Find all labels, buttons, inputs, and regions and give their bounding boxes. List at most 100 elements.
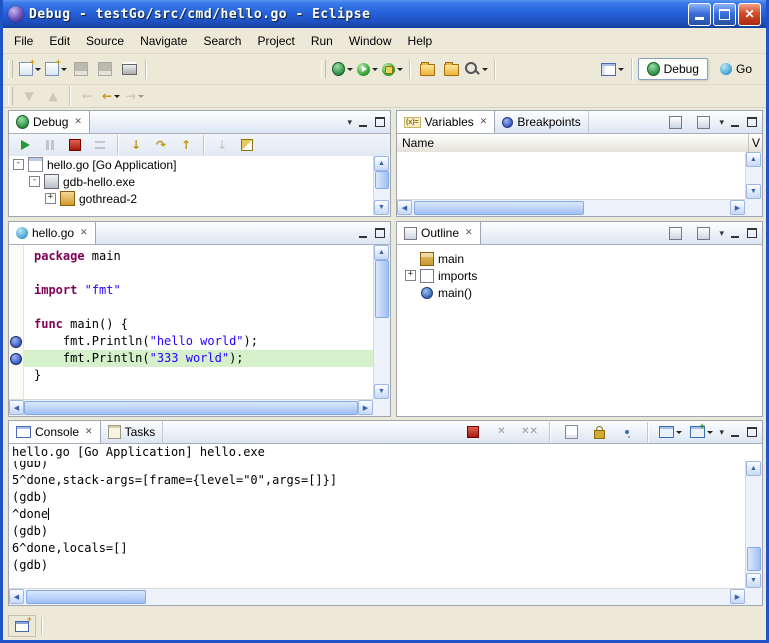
outline-item[interactable]: +imports — [405, 267, 762, 284]
scroll-lock-button[interactable] — [587, 421, 611, 443]
new-go-element-button[interactable] — [43, 58, 69, 80]
save-button[interactable] — [69, 58, 93, 80]
toolbar-handle[interactable] — [8, 87, 13, 105]
tab-tasks[interactable]: Tasks — [101, 421, 164, 443]
use-step-filters-button[interactable] — [235, 134, 259, 156]
new-wizard-button[interactable] — [17, 58, 43, 80]
console-vertical-scrollbar[interactable]: ▲ ▼ — [745, 461, 762, 588]
expander-icon[interactable]: - — [13, 159, 24, 170]
tab-variables[interactable]: (x)= Variables ✕ — [397, 111, 495, 133]
scroll-right-button[interactable]: ▶ — [730, 589, 745, 604]
scroll-left-button[interactable]: ◀ — [9, 589, 24, 604]
minimize-view-button[interactable] — [728, 227, 741, 240]
external-tools-button[interactable] — [380, 58, 405, 80]
expander-icon[interactable] — [405, 253, 416, 264]
scroll-up-button[interactable]: ▲ — [746, 152, 761, 167]
scroll-down-button[interactable]: ▼ — [374, 200, 389, 215]
breakpoint-icon[interactable] — [10, 353, 22, 365]
last-edit-location-button[interactable]: ← — [75, 85, 99, 107]
outline-item[interactable]: main() — [405, 284, 762, 301]
minimize-view-button[interactable] — [728, 116, 741, 129]
variables-horizontal-scrollbar[interactable]: ◀ ▶ — [397, 199, 745, 216]
outline-list[interactable]: main+importsmain() — [397, 245, 762, 416]
scroll-thumb[interactable] — [375, 260, 389, 318]
dropdown-arrow-icon[interactable] — [482, 68, 488, 71]
view-menu-icon[interactable]: ▾ — [719, 428, 724, 437]
dropdown-arrow-icon[interactable] — [114, 95, 120, 98]
debug-tree-item[interactable]: -gdb-hello.exe — [9, 173, 373, 190]
print-button[interactable] — [117, 58, 141, 80]
tab-outline[interactable]: Outline ✕ — [397, 222, 481, 244]
tab-hello-go[interactable]: hello.go ✕ — [9, 222, 96, 244]
code-line[interactable]: } — [24, 367, 373, 384]
step-into-button[interactable]: ↓ — [124, 134, 148, 156]
editor-ruler-line[interactable] — [9, 316, 23, 333]
dropdown-arrow-icon[interactable] — [676, 431, 682, 434]
scroll-track[interactable] — [374, 260, 390, 384]
scroll-thumb[interactable] — [26, 590, 146, 604]
dropdown-arrow-icon[interactable] — [61, 68, 67, 71]
column-value[interactable]: V — [749, 134, 762, 152]
minimize-view-button[interactable] — [356, 116, 369, 129]
search-button[interactable] — [463, 58, 490, 80]
expander-icon[interactable]: - — [29, 176, 40, 187]
maximize-view-button[interactable] — [745, 426, 758, 439]
next-annotation-button[interactable]: ▼ — [17, 85, 41, 107]
close-icon[interactable]: ✕ — [85, 427, 93, 437]
suspend-button[interactable] — [38, 134, 62, 156]
scroll-track[interactable] — [412, 200, 730, 216]
toolbar-handle[interactable] — [321, 60, 326, 78]
display-console-button[interactable] — [657, 421, 684, 443]
dropdown-arrow-icon[interactable] — [347, 68, 353, 71]
debug-vertical-scrollbar[interactable]: ▲ ▼ — [373, 156, 390, 215]
debug-tree[interactable]: -hello.go [Go Application]-gdb-hello.exe… — [9, 156, 373, 215]
outline-item[interactable]: main — [405, 250, 762, 267]
remove-all-terminated-button[interactable]: ✕✕ — [517, 421, 541, 443]
step-return-button[interactable]: ↑ — [174, 134, 198, 156]
scroll-down-button[interactable]: ▼ — [746, 573, 761, 588]
view-menu-icon[interactable]: ▾ — [719, 229, 724, 238]
close-icon[interactable]: ✕ — [74, 117, 82, 127]
menu-item-window[interactable]: Window — [341, 31, 400, 51]
variables-content[interactable] — [397, 152, 745, 199]
prev-annotation-button[interactable]: ▲ — [41, 85, 65, 107]
tab-console[interactable]: Console ✕ — [9, 421, 101, 443]
scroll-track[interactable] — [374, 171, 390, 200]
debug-history-button[interactable] — [330, 58, 355, 80]
expander-icon[interactable]: + — [405, 270, 416, 281]
scroll-right-button[interactable]: ▶ — [730, 200, 745, 215]
scroll-up-button[interactable]: ▲ — [746, 461, 761, 476]
back-button[interactable]: ← — [99, 85, 123, 107]
maximize-view-button[interactable] — [745, 116, 758, 129]
tab-breakpoints[interactable]: Breakpoints — [495, 111, 588, 133]
scroll-thumb[interactable] — [414, 201, 584, 215]
menu-item-navigate[interactable]: Navigate — [132, 31, 195, 51]
editor-code-area[interactable]: package main import "fmt" func main() { … — [24, 245, 373, 399]
open-console-button[interactable] — [688, 421, 715, 443]
toolbar-handle[interactable] — [8, 60, 13, 78]
console-text-area[interactable]: (gdb)5^done,stack-args=[frame={level="0"… — [9, 461, 745, 588]
minimize-view-button[interactable] — [728, 426, 741, 439]
fast-view-button[interactable] — [8, 615, 36, 637]
open-type-button[interactable] — [439, 58, 463, 80]
dropdown-arrow-icon[interactable] — [35, 68, 41, 71]
code-line[interactable]: package main — [24, 248, 373, 265]
menu-item-project[interactable]: Project — [249, 31, 302, 51]
scroll-down-button[interactable]: ▼ — [374, 384, 389, 399]
maximize-view-button[interactable] — [373, 227, 386, 240]
dropdown-arrow-icon[interactable] — [372, 68, 378, 71]
menu-item-file[interactable]: File — [6, 31, 41, 51]
close-button[interactable]: ✕ — [738, 3, 761, 26]
dropdown-arrow-icon[interactable] — [397, 68, 403, 71]
tab-debug[interactable]: Debug ✕ — [9, 111, 90, 133]
close-icon[interactable]: ✕ — [480, 117, 488, 127]
minimize-button[interactable] — [688, 3, 711, 26]
code-line[interactable]: fmt.Println("hello world"); — [24, 333, 373, 350]
scroll-track[interactable] — [24, 589, 730, 605]
minimize-view-button[interactable] — [356, 227, 369, 240]
dropdown-arrow-icon[interactable] — [138, 95, 144, 98]
code-line[interactable]: fmt.Println("333 world"); — [24, 350, 373, 367]
terminate-button[interactable] — [63, 134, 87, 156]
scroll-left-button[interactable]: ◀ — [9, 400, 24, 415]
disconnect-button[interactable] — [88, 134, 112, 156]
